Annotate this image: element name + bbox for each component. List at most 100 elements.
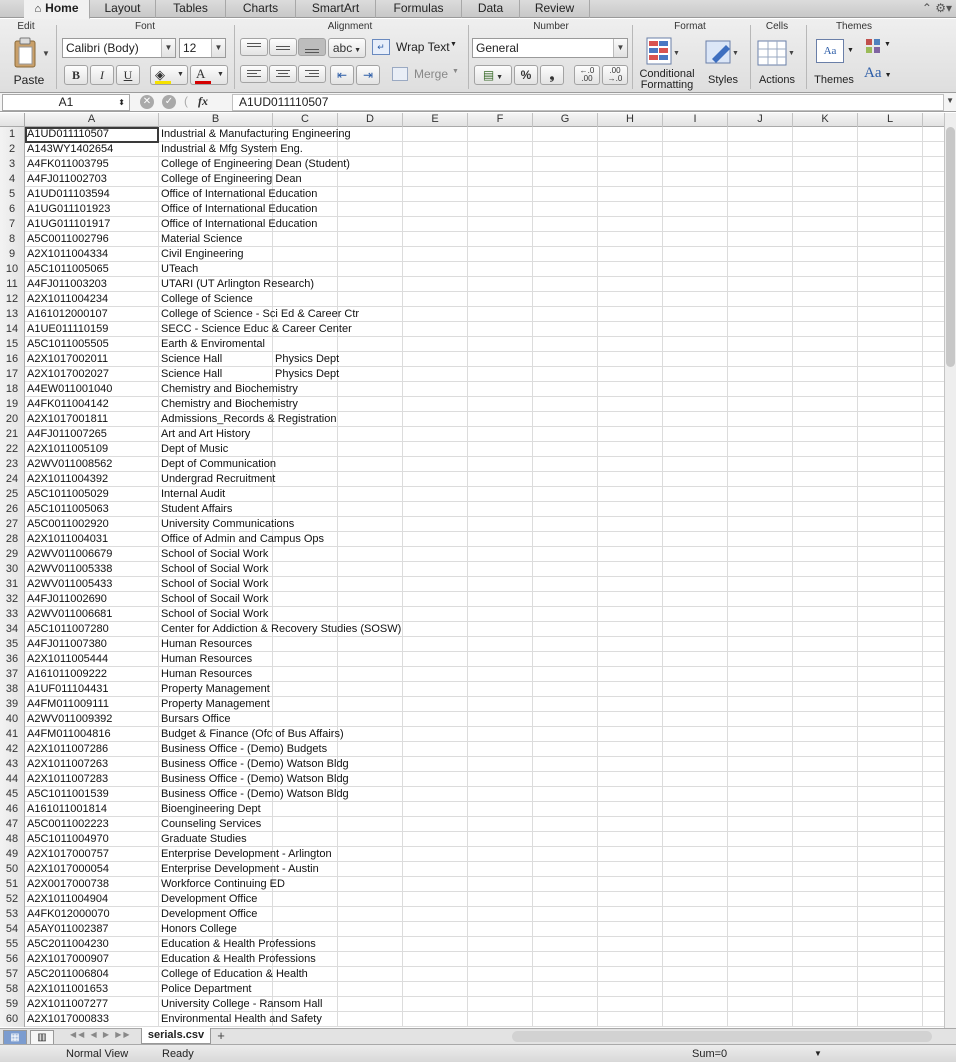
- serial-cell[interactable]: A2X1017000833: [25, 1012, 109, 1027]
- row-header[interactable]: 17: [0, 367, 25, 382]
- paste-button[interactable]: ▼ Paste: [6, 35, 52, 89]
- department-cell[interactable]: Dept of Communication: [159, 457, 276, 472]
- department-cell[interactable]: Admissions_Records & Registration: [159, 412, 336, 427]
- serial-cell[interactable]: A4FM011004816: [25, 727, 111, 742]
- row-header[interactable]: 8: [0, 232, 25, 247]
- font-name-select[interactable]: Calibri (Body) ▼: [62, 38, 176, 58]
- department-cell[interactable]: Human Resources: [159, 637, 252, 652]
- worksheet-grid[interactable]: 1 A1UD011110507 Industrial & Manufacturing…: [0, 127, 944, 1027]
- department-cell[interactable]: Office of International Education: [159, 217, 317, 232]
- serial-cell[interactable]: A2X1011007286: [25, 742, 108, 757]
- department-cell[interactable]: Enterprise Development - Austin: [159, 862, 319, 877]
- serial-cell[interactable]: A2X1017000907: [25, 952, 109, 967]
- department-cell[interactable]: College of Science - Sci Ed & Career Ctr: [159, 307, 359, 322]
- serial-cell[interactable]: A1UE011110159: [25, 322, 108, 337]
- styles-button[interactable]: ▼ Styles: [700, 35, 746, 91]
- department-cell[interactable]: Office of Admin and Campus Ops: [159, 532, 324, 547]
- align-right-button[interactable]: [298, 65, 326, 83]
- department-cell[interactable]: University College - Ransom Hall: [159, 997, 322, 1012]
- serial-cell[interactable]: A4FK011003795: [25, 157, 109, 172]
- row-header[interactable]: 31: [0, 577, 25, 592]
- department-cell[interactable]: University Communications: [159, 517, 294, 532]
- column-header-c[interactable]: C: [273, 113, 338, 127]
- department-cell[interactable]: Office of International Education: [159, 187, 317, 202]
- serial-cell[interactable]: A4FJ011007380: [25, 637, 107, 652]
- percent-button[interactable]: %: [514, 65, 538, 85]
- row-header[interactable]: 1: [0, 127, 25, 142]
- currency-button[interactable]: ▤ ▼: [474, 65, 512, 85]
- row-header[interactable]: 2: [0, 142, 25, 157]
- decrease-decimal-button[interactable]: .00 →.0: [602, 65, 628, 85]
- fill-color-button[interactable]: ◈ ▼: [150, 65, 188, 85]
- column-header-h[interactable]: H: [598, 113, 663, 127]
- accept-formula-icon[interactable]: ✓: [162, 95, 176, 109]
- department-cell[interactable]: School of Social Work: [159, 577, 268, 592]
- department-cell[interactable]: Office of International Education: [159, 202, 317, 217]
- row-header[interactable]: 28: [0, 532, 25, 547]
- tab-home[interactable]: ⌂ Home: [24, 0, 90, 19]
- tab-smartart[interactable]: SmartArt: [296, 0, 376, 18]
- column-header-e[interactable]: E: [403, 113, 468, 127]
- department-cell[interactable]: Undergrad Recruitment: [159, 472, 275, 487]
- tab-review[interactable]: Review: [520, 0, 590, 18]
- department-cell[interactable]: Business Office - (Demo) Watson Bldg: [159, 772, 349, 787]
- row-header[interactable]: 24: [0, 472, 25, 487]
- department-cell[interactable]: School of Social Work: [159, 562, 268, 577]
- serial-cell[interactable]: A5C0011002223: [25, 817, 109, 832]
- theme-fonts-button[interactable]: Aa ▼: [864, 65, 896, 85]
- serial-cell[interactable]: A2WV011008562: [25, 457, 112, 472]
- row-header[interactable]: 12: [0, 292, 25, 307]
- serial-cell[interactable]: A5C1011005065: [25, 262, 109, 277]
- chevron-down-icon[interactable]: ▼: [814, 1047, 822, 1061]
- row-header[interactable]: 43: [0, 757, 25, 772]
- serial-cell[interactable]: A1UD011103594: [25, 187, 110, 202]
- row-header[interactable]: 59: [0, 997, 25, 1012]
- department-cell[interactable]: Art and Art History: [159, 427, 250, 442]
- serial-cell[interactable]: A2X1011004234: [25, 292, 108, 307]
- department-cell[interactable]: Bioengineering Dept: [159, 802, 261, 817]
- select-all-corner[interactable]: [0, 113, 25, 127]
- number-format-select[interactable]: General ▼: [472, 38, 628, 58]
- department-cell[interactable]: Industrial & Manufacturing Engineering: [159, 127, 351, 142]
- serial-cell[interactable]: A2X1011004392: [25, 472, 108, 487]
- horizontal-scrollbar[interactable]: [512, 1031, 932, 1042]
- serial-cell[interactable]: A2X1011001653: [25, 982, 108, 997]
- row-header[interactable]: 30: [0, 562, 25, 577]
- font-color-button[interactable]: A ▼: [190, 65, 228, 85]
- column-header-j[interactable]: J: [728, 113, 793, 127]
- bold-button[interactable]: B: [64, 65, 88, 85]
- themes-button[interactable]: Aa ▼ Themes: [810, 35, 858, 91]
- row-header[interactable]: 40: [0, 712, 25, 727]
- column-header-l[interactable]: L: [858, 113, 923, 127]
- row-header[interactable]: 49: [0, 847, 25, 862]
- department-cell[interactable]: Property Management: [159, 697, 270, 712]
- department-cell[interactable]: UTARI (UT Arlington Research): [159, 277, 314, 292]
- department-cell[interactable]: Science Hall: [159, 352, 222, 367]
- serial-cell[interactable]: A2WV011006681: [25, 607, 112, 622]
- actions-button[interactable]: ▼ Actions: [752, 35, 802, 91]
- serial-cell[interactable]: A2X1017001811: [25, 412, 108, 427]
- column-header-f[interactable]: F: [468, 113, 533, 127]
- font-size-select[interactable]: 12 ▼: [179, 38, 226, 58]
- department-cell[interactable]: Center for Addiction & Recovery Studies …: [159, 622, 401, 637]
- row-header[interactable]: 44: [0, 772, 25, 787]
- row-header[interactable]: 35: [0, 637, 25, 652]
- row-header[interactable]: 10: [0, 262, 25, 277]
- row-header[interactable]: 55: [0, 937, 25, 952]
- tab-layout[interactable]: Layout: [90, 0, 156, 18]
- serial-cell[interactable]: A161012000107: [25, 307, 108, 322]
- row-header[interactable]: 37: [0, 667, 25, 682]
- serial-cell[interactable]: A2X1017002011: [25, 352, 108, 367]
- department-cell[interactable]: Education & Health Professions: [159, 937, 316, 952]
- row-header[interactable]: 4: [0, 172, 25, 187]
- row-header[interactable]: 39: [0, 697, 25, 712]
- sheet-tab-serials[interactable]: serials.csv: [141, 1028, 211, 1044]
- tab-formulas[interactable]: Formulas: [376, 0, 462, 18]
- view-toggle-normal[interactable]: ▦: [3, 1030, 27, 1045]
- row-header[interactable]: 13: [0, 307, 25, 322]
- tab-tables[interactable]: Tables: [156, 0, 226, 18]
- row-header[interactable]: 52: [0, 892, 25, 907]
- row-header[interactable]: 15: [0, 337, 25, 352]
- serial-cell[interactable]: A4FM011009111: [25, 697, 109, 712]
- note-cell[interactable]: Physics Dept: [273, 352, 339, 367]
